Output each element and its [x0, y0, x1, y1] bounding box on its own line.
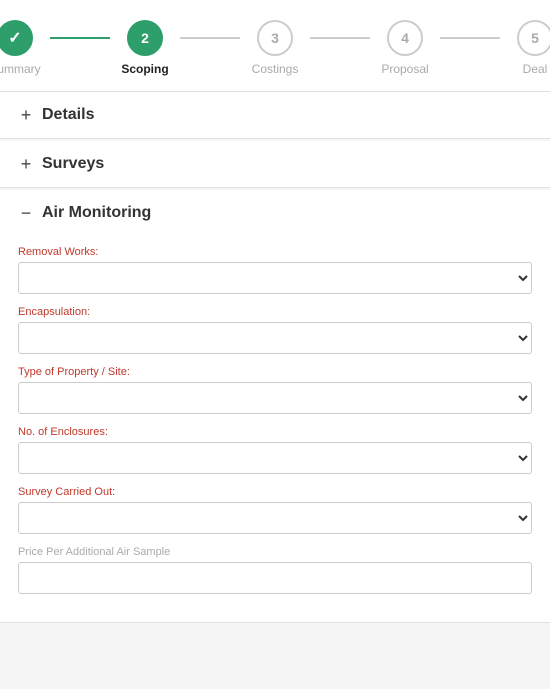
property-type-label: Type of Property / Site:: [18, 366, 532, 378]
step-2-circle: 2: [127, 20, 163, 56]
price-additional-label: Price Per Additional Air Sample: [18, 546, 532, 558]
step-3-circle: 3: [257, 20, 293, 56]
surveys-toggle: +: [18, 155, 34, 173]
encapsulation-group: Encapsulation:: [18, 306, 532, 354]
step-1-circle: ✓: [0, 20, 33, 56]
surveys-header[interactable]: + Surveys: [0, 141, 550, 187]
step-2[interactable]: 2 Scoping: [110, 20, 180, 76]
details-toggle: +: [18, 106, 34, 124]
step-1[interactable]: ✓ Summary: [0, 20, 50, 76]
removal-works-label: Removal Works:: [18, 246, 532, 258]
step-3-label: Costings: [240, 62, 310, 76]
step-1-label: Summary: [0, 62, 50, 76]
air-monitoring-header[interactable]: − Air Monitoring: [0, 190, 550, 236]
enclosures-select[interactable]: [18, 442, 532, 474]
details-title: Details: [42, 106, 94, 124]
air-monitoring-title: Air Monitoring: [42, 204, 151, 222]
encapsulation-select[interactable]: [18, 322, 532, 354]
details-section: + Details: [0, 92, 550, 139]
step-1-check: ✓: [8, 28, 21, 48]
surveys-title: Surveys: [42, 155, 104, 173]
air-monitoring-body: Removal Works: Encapsulation: Type of Pr…: [0, 236, 550, 622]
step-5[interactable]: 5 Deal: [500, 20, 550, 76]
step-4-number: 4: [401, 30, 409, 46]
step-3[interactable]: 3 Costings: [240, 20, 310, 76]
step-5-label: Deal: [500, 62, 550, 76]
air-monitoring-toggle: −: [18, 204, 34, 222]
removal-works-select[interactable]: [18, 262, 532, 294]
property-type-group: Type of Property / Site:: [18, 366, 532, 414]
step-5-number: 5: [531, 30, 539, 46]
step-4-circle: 4: [387, 20, 423, 56]
step-2-label: Scoping: [110, 62, 180, 76]
step-3-number: 3: [271, 30, 279, 46]
survey-carried-out-group: Survey Carried Out:: [18, 486, 532, 534]
step-2-number: 2: [141, 30, 149, 46]
survey-carried-out-label: Survey Carried Out:: [18, 486, 532, 498]
price-additional-input[interactable]: [18, 562, 532, 594]
connector-2-3: [180, 37, 240, 39]
step-5-circle: 5: [517, 20, 550, 56]
stepper: ✓ Summary 2 Scoping 3 Costings 4 Prop: [0, 0, 550, 92]
connector-1-2: [50, 37, 110, 39]
surveys-section: + Surveys: [0, 141, 550, 188]
property-type-select[interactable]: [18, 382, 532, 414]
content-area: + Details + Surveys − Air Monitoring Rem…: [0, 92, 550, 623]
connector-4-5: [440, 37, 500, 39]
connector-3-4: [310, 37, 370, 39]
enclosures-label: No. of Enclosures:: [18, 426, 532, 438]
step-4-label: Proposal: [370, 62, 440, 76]
air-monitoring-section: − Air Monitoring Removal Works: Encapsul…: [0, 190, 550, 623]
step-4[interactable]: 4 Proposal: [370, 20, 440, 76]
price-additional-group: Price Per Additional Air Sample: [18, 546, 532, 594]
survey-carried-out-select[interactable]: [18, 502, 532, 534]
removal-works-group: Removal Works:: [18, 246, 532, 294]
details-header[interactable]: + Details: [0, 92, 550, 138]
encapsulation-label: Encapsulation:: [18, 306, 532, 318]
enclosures-group: No. of Enclosures:: [18, 426, 532, 474]
